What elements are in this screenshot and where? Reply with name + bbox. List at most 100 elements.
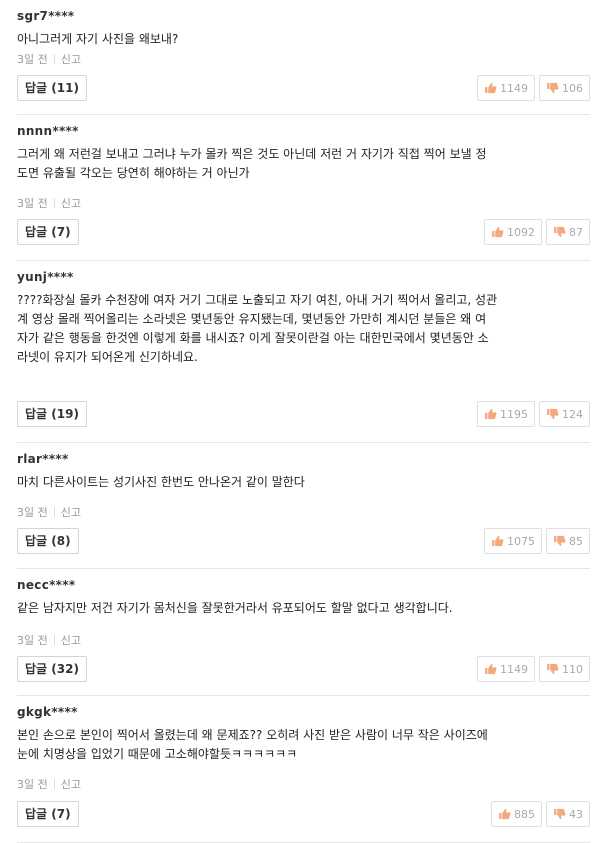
reply-button[interactable]: 답글 (7) — [17, 801, 79, 827]
reply-label: 답글 — [25, 662, 48, 676]
reply-label: 답글 — [25, 225, 48, 239]
comment-time: 3일 전 — [17, 634, 48, 647]
upvote-count: 1195 — [500, 407, 528, 421]
thumbs-up-icon — [485, 663, 497, 675]
thumbs-down-icon — [554, 535, 566, 547]
comment-text-line: 같은 남자지만 저건 자기가 몸처신을 잘못한거라서 유포되어도 할말 없다고 … — [17, 601, 453, 615]
vote-group: 885 43 — [491, 801, 590, 827]
reply-count: (7) — [51, 807, 71, 821]
downvote-count: 87 — [569, 225, 583, 239]
vote-group: 1092 87 — [484, 219, 590, 245]
comment-text-line: 아니그러게 자기 사진을 왜보내? — [17, 32, 179, 46]
vote-group: 1149 110 — [477, 656, 590, 682]
thumbs-down-icon — [554, 226, 566, 238]
divider — [53, 779, 55, 789]
comment-author: sgr7**** — [17, 9, 75, 23]
reply-label: 답글 — [25, 407, 48, 421]
downvote-count: 43 — [569, 807, 583, 821]
comment-meta: 3일 전 신고 — [17, 504, 81, 520]
downvote-button[interactable]: 124 — [539, 401, 590, 427]
downvote-count: 85 — [569, 534, 583, 548]
divider — [53, 54, 55, 64]
reply-button[interactable]: 답글 (11) — [17, 75, 87, 101]
report-link[interactable]: 신고 — [61, 197, 81, 210]
comment-meta: 3일 전 신고 — [17, 632, 81, 648]
reply-button[interactable]: 답글 (7) — [17, 219, 79, 245]
comment-text-line: ????화장실 몰카 수천장에 여자 거기 그대로 노출되고 자기 여친, 아내… — [17, 293, 498, 307]
report-link[interactable]: 신고 — [61, 53, 81, 66]
comment-text-line: 계 영상 몰래 찍어올리는 소라넷은 몇년동안 유지됐는데, 몇년동안 가만히 … — [17, 312, 487, 326]
comment-time: 3일 전 — [17, 53, 48, 66]
downvote-button[interactable]: 110 — [539, 656, 590, 682]
reply-label: 답글 — [25, 807, 48, 821]
upvote-button[interactable]: 1092 — [484, 219, 542, 245]
comment-item: yunj**** ????화장실 몰카 수천장에 여자 거기 그대로 노출되고 … — [17, 261, 590, 443]
comment-text-line: 본인 손으로 본인이 찍어서 올렸는데 왜 문제죠?? 오히려 사진 받은 사람… — [17, 728, 488, 742]
comment-text-line: 그러게 왜 저런걸 보내고 그러냐 누가 몰카 찍은 것도 아닌데 저런 거 자… — [17, 147, 487, 161]
comment-author: gkgk**** — [17, 705, 78, 719]
thumbs-down-icon — [547, 663, 559, 675]
reply-count: (7) — [51, 225, 71, 239]
comment-item: rlar**** 마치 다른사이트는 성기사진 한번도 안나온거 같이 말한다 … — [17, 443, 590, 569]
upvote-button[interactable]: 1195 — [477, 401, 535, 427]
reply-button[interactable]: 답글 (19) — [17, 401, 87, 427]
thumbs-up-icon — [492, 226, 504, 238]
thumbs-up-icon — [499, 808, 511, 820]
divider — [53, 507, 55, 517]
reply-label: 답글 — [25, 534, 48, 548]
thumbs-up-icon — [485, 82, 497, 94]
comment-time: 3일 전 — [17, 778, 48, 791]
thumbs-up-icon — [492, 535, 504, 547]
comment-item: sgr7**** 아니그러게 자기 사진을 왜보내? 3일 전 신고 답글 (11… — [17, 0, 590, 115]
comment-time: 3일 전 — [17, 506, 48, 519]
upvote-count: 1092 — [507, 225, 535, 239]
upvote-count: 1149 — [500, 662, 528, 676]
comment-body: 그러게 왜 저런걸 보내고 그러냐 누가 몰카 찍은 것도 아닌데 저런 거 자… — [17, 145, 577, 183]
reply-button[interactable]: 답글 (8) — [17, 528, 79, 554]
upvote-count: 1075 — [507, 534, 535, 548]
comment-item: necc**** 같은 남자지만 저건 자기가 몸처신을 잘못한거라서 유포되어… — [17, 569, 590, 696]
upvote-button[interactable]: 1075 — [484, 528, 542, 554]
upvote-button[interactable]: 1149 — [477, 75, 535, 101]
reply-count: (8) — [51, 534, 71, 548]
comment-text-line: 자가 같은 행동을 한것엔 이렇게 화를 내시죠? 이게 잘못이란걸 아는 대한… — [17, 331, 489, 345]
upvote-count: 885 — [514, 807, 535, 821]
comment-body: ????화장실 몰카 수천장에 여자 거기 그대로 노출되고 자기 여친, 아내… — [17, 291, 577, 367]
comment-list: sgr7**** 아니그러게 자기 사진을 왜보내? 3일 전 신고 답글 (11… — [0, 0, 603, 843]
downvote-count: 106 — [562, 81, 583, 95]
downvote-button[interactable]: 106 — [539, 75, 590, 101]
downvote-button[interactable]: 43 — [546, 801, 590, 827]
downvote-button[interactable]: 87 — [546, 219, 590, 245]
vote-group: 1195 124 — [477, 401, 590, 427]
divider — [53, 635, 55, 645]
reply-label: 답글 — [25, 81, 48, 95]
reply-count: (32) — [51, 662, 79, 676]
upvote-count: 1149 — [500, 81, 528, 95]
comment-meta: 3일 전 신고 — [17, 776, 81, 792]
comment-body: 마치 다른사이트는 성기사진 한번도 안나온거 같이 말한다 — [17, 473, 577, 492]
comment-author: rlar**** — [17, 452, 69, 466]
upvote-button[interactable]: 1149 — [477, 656, 535, 682]
report-link[interactable]: 신고 — [61, 634, 81, 647]
thumbs-down-icon — [547, 408, 559, 420]
comment-body: 같은 남자지만 저건 자기가 몸처신을 잘못한거라서 유포되어도 할말 없다고 … — [17, 599, 577, 618]
comment-meta: 3일 전 신고 — [17, 51, 81, 67]
reply-button[interactable]: 답글 (32) — [17, 656, 87, 682]
downvote-count: 110 — [562, 662, 583, 676]
vote-group: 1149 106 — [477, 75, 590, 101]
comment-author: nnnn**** — [17, 124, 79, 138]
comment-time: 3일 전 — [17, 197, 48, 210]
comment-item: gkgk**** 본인 손으로 본인이 찍어서 올렸는데 왜 문제죠?? 오히려… — [17, 696, 590, 843]
thumbs-up-icon — [485, 408, 497, 420]
report-link[interactable]: 신고 — [61, 778, 81, 791]
comment-author: yunj**** — [17, 270, 74, 284]
downvote-button[interactable]: 85 — [546, 528, 590, 554]
comment-meta: 3일 전 신고 — [17, 195, 81, 211]
divider — [53, 198, 55, 208]
thumbs-down-icon — [547, 82, 559, 94]
downvote-count: 124 — [562, 407, 583, 421]
upvote-button[interactable]: 885 — [491, 801, 542, 827]
report-link[interactable]: 신고 — [61, 506, 81, 519]
thumbs-down-icon — [554, 808, 566, 820]
comment-text-line: 눈에 치명상을 입었기 때문에 고소해야할듯ㅋㅋㅋㅋㅋㅋ — [17, 747, 298, 761]
